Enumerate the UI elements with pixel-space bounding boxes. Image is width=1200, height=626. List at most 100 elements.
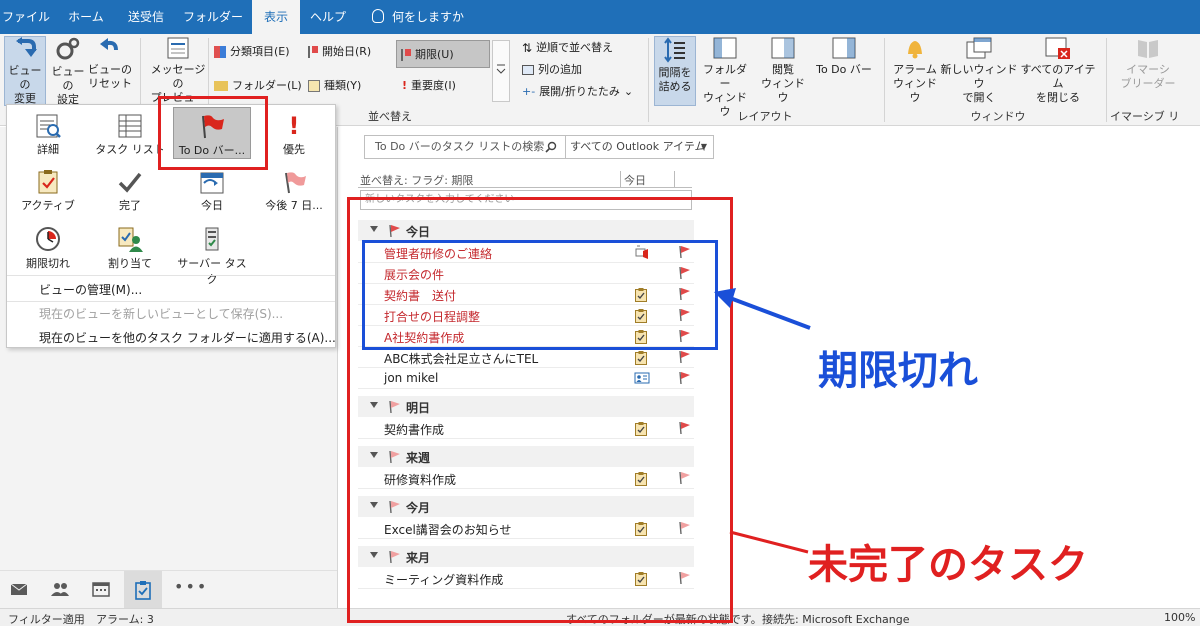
chevron-down-icon: ⌄ (623, 85, 634, 98)
expand-collapse-button[interactable]: +- 展開/折りたたみ ⌄ (522, 82, 633, 102)
arrange-importance[interactable]: ! 重要度(I) (402, 76, 456, 96)
tasks-module-button[interactable] (124, 571, 162, 608)
open-new-window-label: 新しいウィンドウ で開く (940, 63, 1018, 104)
reading-pane-label: 閲覧 ウィンドウ (761, 63, 805, 104)
todo-bar-button[interactable]: To Do バー (812, 36, 876, 106)
tab-file[interactable]: ファイル (0, 0, 52, 34)
flag-icon (308, 46, 318, 58)
arrange-type-label: 種類(Y) (324, 79, 362, 92)
reset-view-button[interactable]: ビューの リセット (88, 36, 132, 106)
sort-header[interactable]: 並べ替え: フラグ: 期限 今日 (358, 171, 692, 188)
arrange-start-date[interactable]: 開始日(R) (308, 42, 371, 62)
compact-spacing-label: 間隔を 詰める (658, 66, 692, 93)
layout-group-label: レイアウト (737, 110, 793, 123)
immersive-group-label: イマーシブ リ (1110, 110, 1180, 123)
active-icon (38, 170, 58, 194)
checkmark-icon (118, 172, 142, 193)
sort-label: 並べ替え: フラグ: 期限 (360, 174, 474, 187)
mail-icon[interactable] (10, 581, 28, 597)
view-today[interactable]: 今日 (173, 165, 251, 217)
people-icon[interactable] (50, 581, 70, 597)
arrange-categories-label: 分類項目(E) (230, 45, 290, 58)
compact-spacing-button[interactable]: 間隔を 詰める (654, 36, 696, 106)
add-columns-button[interactable]: 列の追加 (522, 60, 582, 80)
apply-view-to-folders-command[interactable]: 現在のビューを他のタスク フォルダーに適用する(A)... (39, 329, 336, 346)
next-7-days-icon (285, 172, 306, 194)
ribbon-tab-bar: ファイル ホーム 送受信 フォルダー 表示 ヘルプ 何をしますか (0, 0, 1200, 34)
lightbulb-icon (372, 9, 384, 23)
add-columns-label: 列の追加 (538, 63, 582, 76)
view-server-tasks[interactable]: サーバー タスク (173, 221, 251, 286)
overdue-annotation: 期限切れ (818, 348, 978, 394)
search-scope-dropdown[interactable]: すべての Outlook アイテム ▼ (566, 135, 714, 159)
folder-pane-button[interactable]: フォルダー ウィンドウ (698, 36, 752, 118)
arrange-due-date[interactable]: 期限(U) (396, 40, 490, 68)
outlook-window: ファイル ホーム 送受信 フォルダー 表示 ヘルプ 何をしますか ビューの 変更… (0, 0, 1200, 626)
view-active[interactable]: アクティブ (9, 165, 87, 217)
chevron-down-icon: ▼ (700, 142, 707, 151)
today-icon (200, 172, 224, 194)
reverse-sort-button[interactable]: ⇅ 逆順で並べ替え (522, 38, 613, 58)
immersive-reader-icon (1138, 40, 1158, 58)
importance-icon: ! (402, 79, 408, 92)
spacing-icon (664, 37, 685, 63)
tell-me-box[interactable]: 何をしますか (392, 0, 466, 34)
gallery-more-button[interactable] (492, 40, 510, 102)
gear-icon (56, 37, 80, 60)
reading-pane-button[interactable]: 閲覧 ウィンドウ (756, 36, 810, 106)
bell-icon (908, 41, 922, 59)
view-active-label: アクティブ (21, 199, 75, 212)
task-list-icon (118, 114, 142, 138)
immersive-reader-button[interactable]: イマーシ ブリーダー (1114, 36, 1182, 106)
change-view-icon (16, 37, 37, 57)
filter-status: フィルター適用 (8, 613, 85, 626)
tab-view[interactable]: 表示 (252, 0, 300, 34)
open-new-window-button[interactable]: 新しいウィンドウ で開く (940, 36, 1018, 106)
view-task-list-label: タスク リスト (95, 143, 165, 156)
view-completed[interactable]: 完了 (91, 165, 169, 217)
reminders-window-button[interactable]: アラーム ウィンドウ (890, 36, 940, 106)
change-view-button[interactable]: ビューの 変更 (4, 36, 46, 106)
blue-arrow-icon (714, 288, 811, 330)
server-tasks-icon (205, 227, 219, 251)
view-detail-label: 詳細 (37, 143, 59, 156)
undo-arrow-icon (100, 38, 118, 51)
categories-icon (214, 46, 226, 58)
view-overdue-label: 期限切れ (26, 257, 70, 270)
red-line-icon (729, 530, 809, 554)
connection-status: 接続先: Microsoft Exchange (762, 613, 910, 626)
calendar-icon[interactable] (92, 581, 110, 597)
view-assigned-label: 割り当て (108, 257, 152, 270)
arrange-folder-label: フォルダー(L) (232, 79, 302, 92)
manage-views-command[interactable]: ビューの管理(M)... (39, 281, 142, 298)
view-today-label: 今日 (201, 199, 223, 212)
todo-search-input[interactable]: To Do バーのタスク リストの検索 (364, 135, 566, 159)
close-all-items-button[interactable]: すべてのアイテム を閉じる (1020, 36, 1096, 106)
incomplete-annotation: 未完了のタスク (808, 542, 1088, 588)
sort-arrows-icon: ⇅ (522, 41, 533, 55)
folder-icon (214, 81, 228, 91)
more-options-icon[interactable]: ••• (174, 577, 208, 596)
detail-view-icon (36, 114, 61, 138)
view-overdue[interactable]: 期限切れ (9, 221, 87, 273)
tab-home[interactable]: ホーム (56, 0, 116, 34)
reverse-sort-label: 逆順で並べ替え (536, 41, 614, 54)
view-next-7-days[interactable]: 今後 7 日... (255, 165, 333, 217)
arrange-folder[interactable]: フォルダー(L) (214, 76, 302, 96)
arrange-type[interactable]: 種類(Y) (308, 76, 361, 96)
view-priority-label: 優先 (283, 143, 305, 156)
tasks-icon (135, 581, 151, 600)
arrange-categories[interactable]: 分類項目(E) (214, 42, 290, 62)
tab-folder[interactable]: フォルダー (178, 0, 248, 34)
type-icon (308, 80, 320, 92)
view-detail[interactable]: 詳細 (9, 109, 87, 161)
view-assigned[interactable]: 割り当て (91, 221, 169, 273)
todo-bar-highlight-box (158, 96, 268, 170)
arrange-start-date-label: 開始日(R) (322, 45, 372, 58)
tab-send-receive[interactable]: 送受信 (118, 0, 174, 34)
search-icon[interactable] (545, 141, 557, 153)
tab-help[interactable]: ヘルプ (304, 0, 352, 34)
assigned-icon (118, 227, 143, 252)
alarm-count[interactable]: アラーム: 3 (96, 611, 154, 626)
view-settings-button[interactable]: ビューの 設定 (48, 36, 88, 106)
